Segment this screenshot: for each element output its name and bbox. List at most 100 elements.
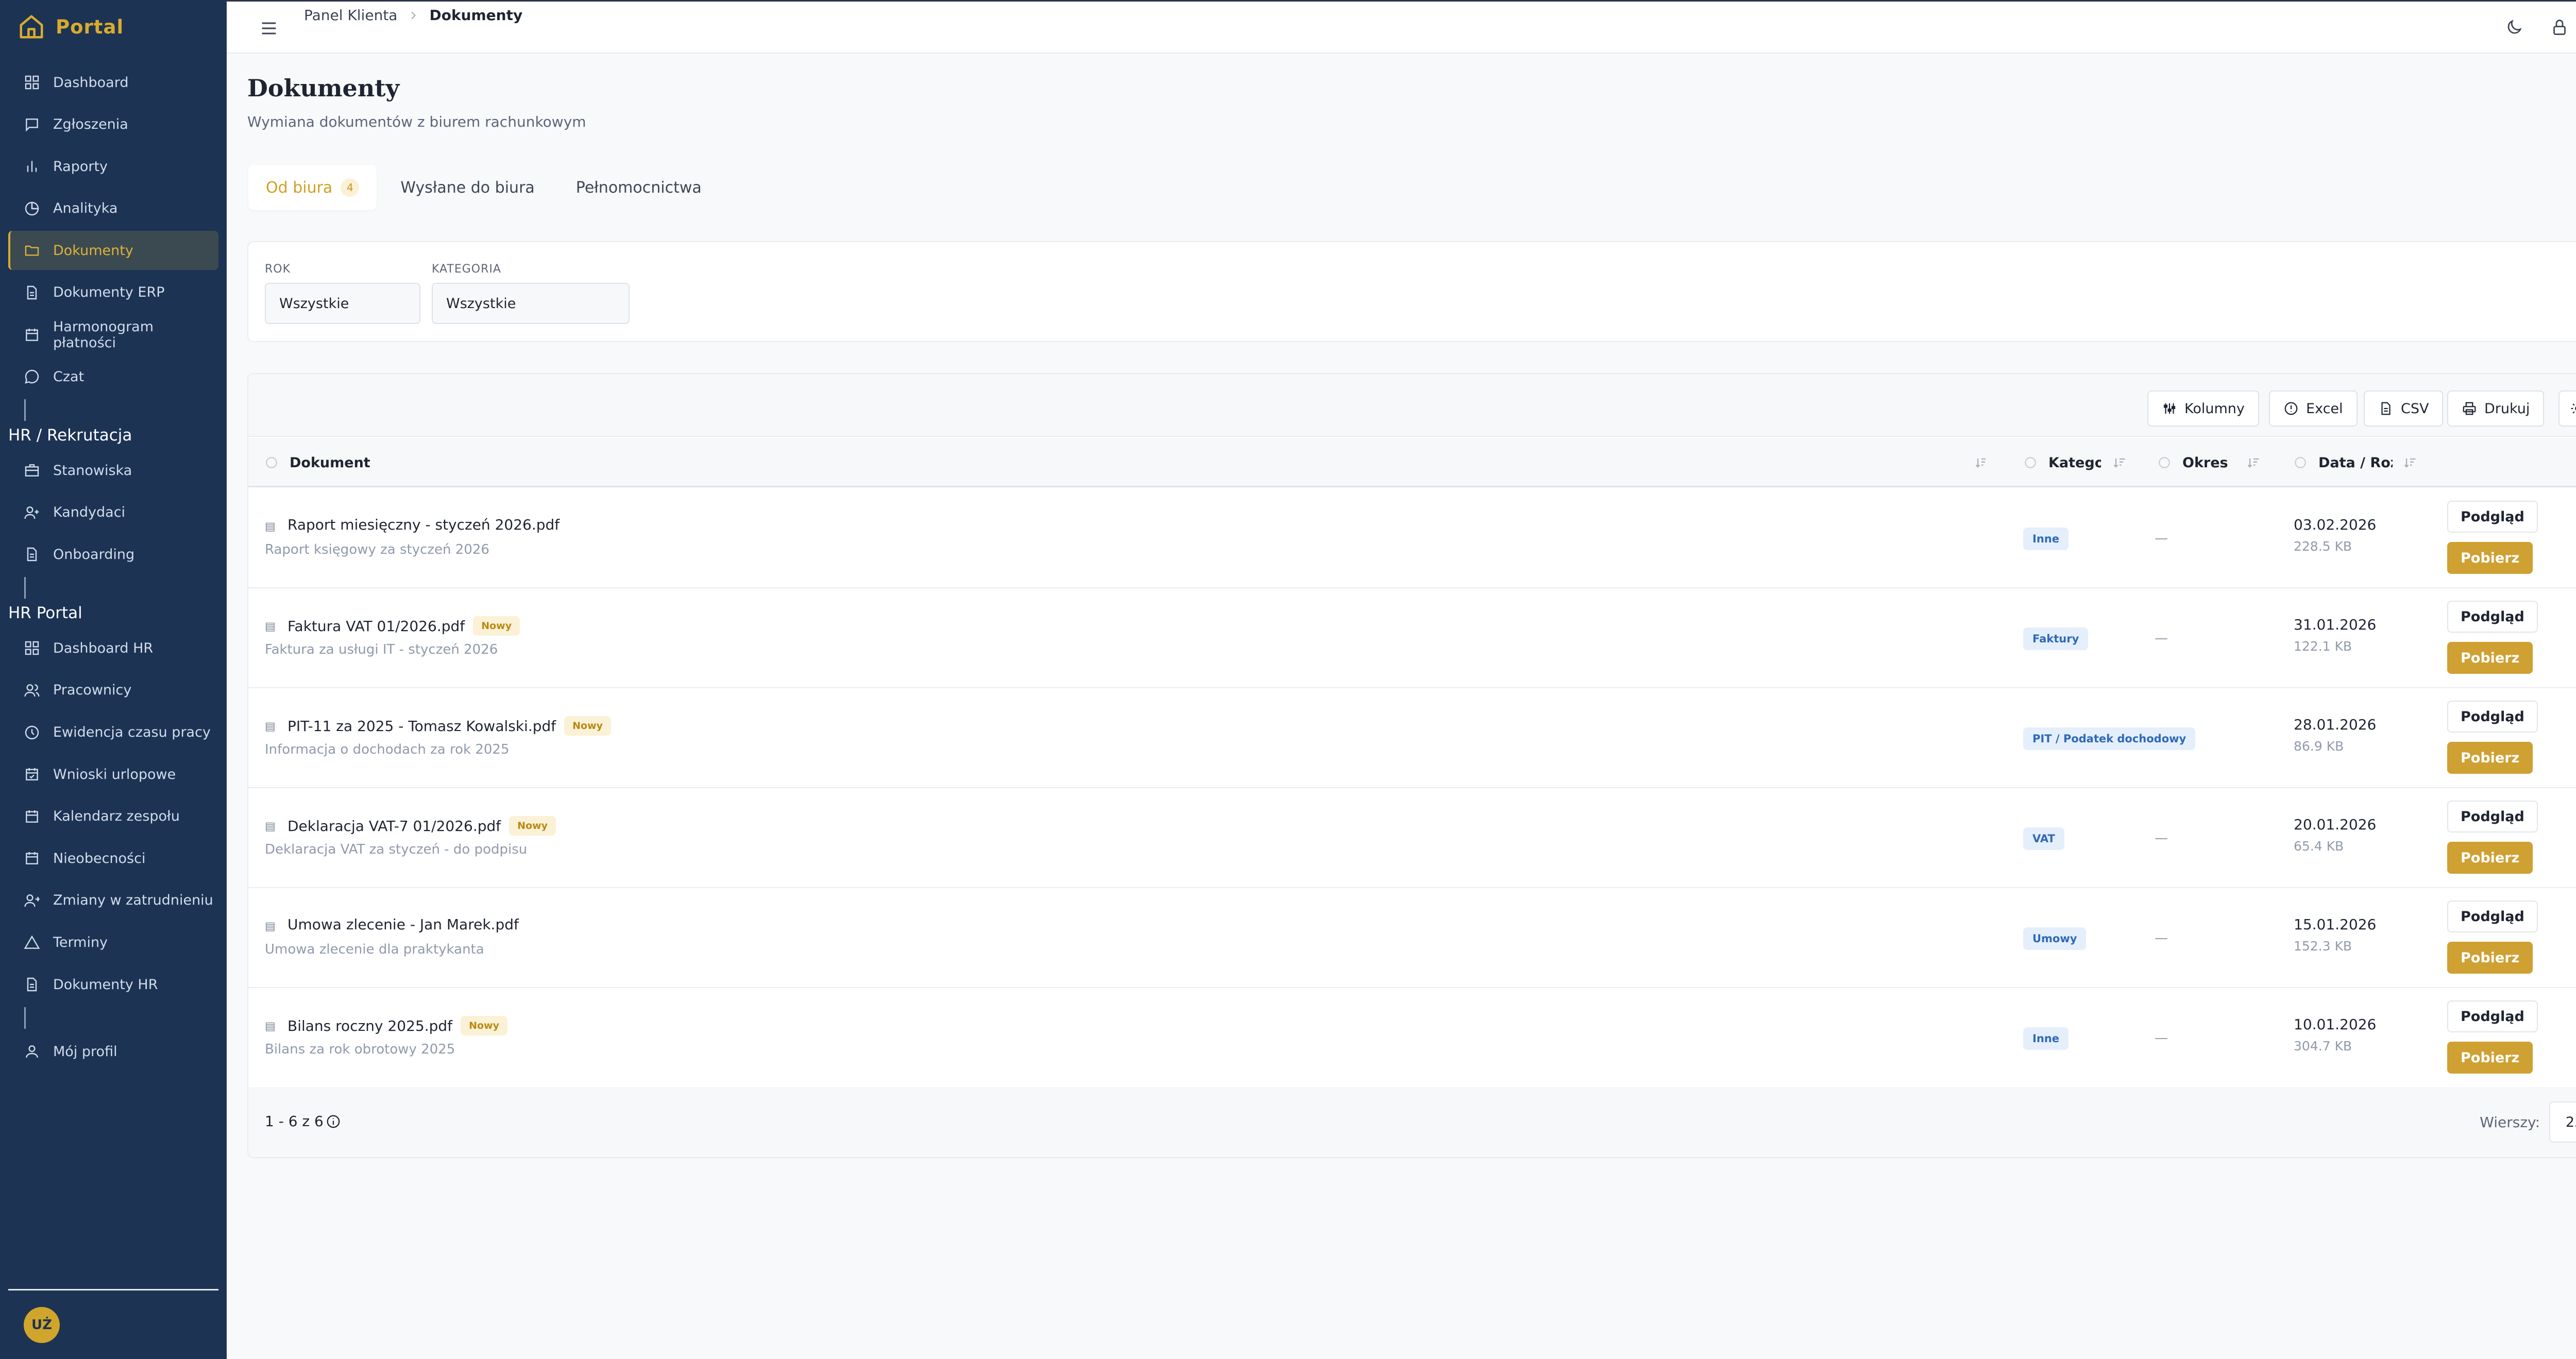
column-header-label: Okres: [2182, 454, 2228, 471]
breadcrumb-link[interactable]: Panel Klienta: [304, 7, 397, 24]
tab-wyslane-do-biura[interactable]: Wysłane do biura: [383, 165, 552, 210]
sidebar-item-zmiany[interactable]: Zmiany w zatrudnieniu: [8, 881, 218, 920]
filter-card: ROK Wszystkie KATEGORIA Wszystkie: [247, 241, 2576, 342]
document-name[interactable]: Deklaracja VAT-7 01/2026.pdf Nowy: [287, 816, 556, 836]
document-name[interactable]: Umowa zlecenie - Jan Marek.pdf: [287, 916, 519, 933]
chat-icon: [25, 369, 39, 384]
column-header-date[interactable]: Data / Rozmiar: [2294, 438, 2438, 487]
columns-button[interactable]: Kolumny: [2147, 390, 2259, 427]
sidebar-item-harmonogram[interactable]: Harmonogram płatności: [8, 315, 218, 354]
bar-chart-icon: [27, 161, 37, 172]
download-button[interactable]: Pobierz: [2447, 642, 2533, 674]
document-name[interactable]: Bilans roczny 2025.pdf Nowy: [287, 1016, 507, 1035]
column-header-category[interactable]: Kategoria: [2024, 438, 2137, 487]
info-icon[interactable]: [2024, 456, 2037, 469]
brand[interactable]: Portal: [0, 0, 227, 54]
menu-icon[interactable]: [259, 18, 279, 39]
column-header-document[interactable]: Dokument: [265, 438, 1986, 487]
sidebar-item-raporty[interactable]: Raporty: [8, 147, 218, 186]
sidebar-item-kalendarz[interactable]: Kalendarz zespołu: [8, 797, 218, 836]
column-header-label: Kategoria: [2048, 454, 2101, 471]
sidebar-item-label: Dashboard: [53, 74, 129, 91]
sidebar-item-label: Pracownicy: [53, 682, 132, 699]
avatar[interactable]: UŻ: [24, 1306, 60, 1343]
sidebar-item-dokumenty-erp[interactable]: Dokumenty ERP: [8, 273, 218, 312]
category-badge: Inne: [2023, 1027, 2069, 1050]
sidebar-item-dashboard-hr[interactable]: Dashboard HR: [8, 628, 218, 668]
sort-icon[interactable]: [2403, 455, 2417, 470]
tab-od-biura[interactable]: Od biura 4: [248, 165, 377, 210]
download-button[interactable]: Pobierz: [2447, 1042, 2533, 1074]
sidebar-item-moj-profil[interactable]: Mój profil: [8, 1032, 218, 1071]
download-button[interactable]: Pobierz: [2447, 842, 2533, 874]
sort-icon[interactable]: [2246, 455, 2261, 470]
csv-button[interactable]: CSV: [2364, 390, 2444, 427]
sidebar-item-stanowiska[interactable]: Stanowiska: [8, 451, 218, 490]
sort-icon[interactable]: [1974, 455, 1986, 470]
rows-per-page-select[interactable]: 25: [2549, 1101, 2576, 1143]
sidebar-item-dokumenty-hr[interactable]: Dokumenty HR: [8, 965, 218, 1004]
document-name[interactable]: Raport miesięczny - styczeń 2026.pdf: [287, 516, 560, 533]
excel-button[interactable]: Excel: [2269, 390, 2358, 427]
table-row: ▤ Faktura VAT 01/2026.pdf Nowy Faktura za…: [248, 588, 2576, 688]
sidebar-item-czat[interactable]: Czat: [8, 357, 218, 396]
document-name[interactable]: PIT-11 za 2025 - Tomasz Kowalski.pdf Nowy: [287, 716, 612, 736]
period-value: —: [2155, 930, 2168, 946]
sidebar-item-label: Nieobecności: [53, 850, 146, 867]
user-icon: [26, 1045, 38, 1058]
download-button[interactable]: Pobierz: [2447, 742, 2533, 774]
settings-button[interactable]: [2558, 390, 2576, 427]
preview-button[interactable]: Podgląd: [2447, 801, 2538, 833]
moon-icon[interactable]: [2505, 18, 2523, 37]
breadcrumb-current: Dokumenty: [429, 7, 523, 24]
file-icon: ▤: [265, 820, 276, 833]
sidebar-item-dokumenty[interactable]: Dokumenty: [8, 231, 218, 270]
period-value: —: [2155, 531, 2168, 546]
print-button[interactable]: Drukuj: [2447, 390, 2545, 427]
preview-button[interactable]: Podgląd: [2447, 501, 2538, 533]
sidebar-item-label: Dokumenty HR: [53, 976, 158, 993]
sidebar-item-nieobecnosci[interactable]: Nieobecności: [8, 839, 218, 878]
info-icon[interactable]: [2294, 456, 2307, 469]
category-select[interactable]: Wszystkie: [432, 283, 630, 324]
preview-button[interactable]: Podgląd: [2447, 1000, 2538, 1032]
preview-button[interactable]: Podgląd: [2447, 901, 2538, 932]
sidebar-item-onboarding[interactable]: Onboarding: [8, 535, 218, 574]
period-value: —: [2155, 631, 2168, 646]
user-panel[interactable]: UŻ Użytkownik: [8, 1289, 218, 1359]
document-date: 20.01.2026: [2294, 816, 2377, 833]
download-button[interactable]: Pobierz: [2447, 942, 2533, 974]
sort-icon[interactable]: [2112, 455, 2127, 470]
info-icon[interactable]: [2158, 456, 2171, 469]
document-name[interactable]: Faktura VAT 01/2026.pdf Nowy: [287, 616, 520, 636]
page-title: Dokumenty: [247, 74, 400, 102]
info-icon[interactable]: [326, 1114, 341, 1129]
sidebar-item-ewidencja[interactable]: Ewidencja czasu pracy: [8, 713, 218, 752]
sidebar-item-zgloszenia[interactable]: Zgłoszenia: [8, 105, 218, 144]
info-icon[interactable]: [265, 456, 278, 469]
download-button[interactable]: Pobierz: [2447, 542, 2533, 574]
year-select[interactable]: Wszystkie: [265, 283, 420, 324]
sidebar-item-terminy[interactable]: Terminy: [8, 923, 218, 962]
category-badge: Faktury: [2023, 627, 2089, 650]
sidebar-item-label: Dokumenty ERP: [53, 284, 165, 301]
preview-button[interactable]: Podgląd: [2447, 601, 2538, 633]
column-header-period[interactable]: Okres: [2158, 438, 2292, 487]
sidebar-nav: Dashboard Zgłoszenia Raporty Analityka D…: [0, 54, 227, 1071]
lock-icon[interactable]: [2550, 18, 2569, 37]
filter-category-label: KATEGORIA: [432, 263, 501, 276]
new-badge: Nowy: [461, 1016, 507, 1035]
table-row: ▤ Raport miesięczny - styczeń 2026.pdf R…: [248, 488, 2576, 588]
sidebar-item-kandydaci[interactable]: Kandydaci: [8, 493, 218, 532]
table-row: ▤ Bilans roczny 2025.pdf Nowy Bilans za r…: [248, 988, 2576, 1088]
sidebar-item-analityka[interactable]: Analityka: [8, 189, 218, 228]
preview-button[interactable]: Podgląd: [2447, 701, 2538, 733]
new-badge: Nowy: [509, 816, 556, 836]
filter-category: KATEGORIA Wszystkie: [432, 263, 630, 324]
clock-icon: [25, 725, 39, 739]
sidebar-item-dashboard[interactable]: Dashboard: [8, 63, 218, 102]
sidebar-item-wnioski[interactable]: Wnioski urlopowe: [8, 755, 218, 794]
sidebar-item-pracownicy[interactable]: Pracownicy: [8, 671, 218, 710]
main-content: Dokumenty Wymiana dokumentów z biurem ra…: [227, 54, 2576, 1359]
tab-pelnomocnictwa[interactable]: Pełnomocnictwa: [558, 165, 719, 210]
